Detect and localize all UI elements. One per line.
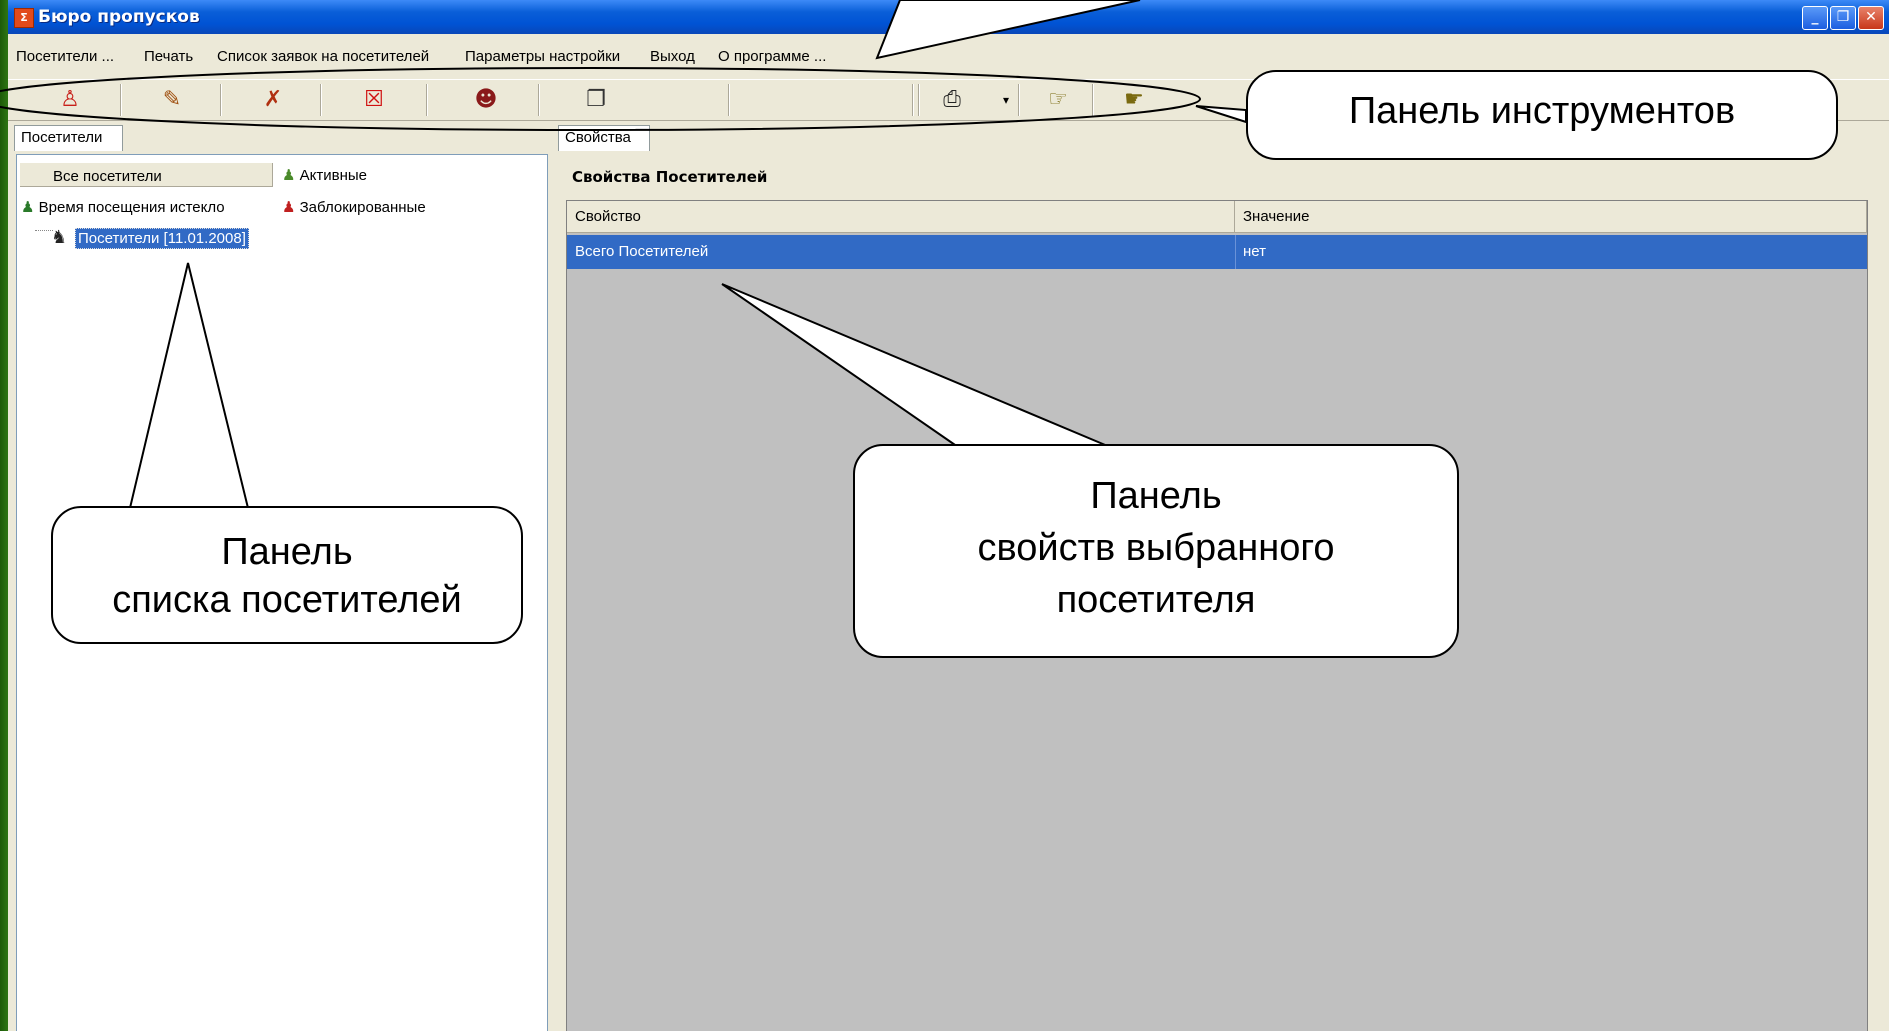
list-callout-tail (128, 262, 250, 509)
callout-props-line2: свойств выбранного (977, 527, 1335, 569)
callout-list-line2: списка посетителей (112, 579, 462, 621)
props-callout-tail (721, 283, 1111, 448)
toolbar-callout-tail (1195, 105, 1247, 124)
callout-toolbar: Панель инструментов (1246, 70, 1838, 160)
callout-properties-panel: Панель свойств выбранного посетителя (853, 444, 1459, 658)
menu-callout-pointer (875, 0, 1141, 60)
callout-list-panel: Панель списка посетителей (51, 506, 523, 644)
callout-props-line3: посетителя (1056, 579, 1256, 621)
toolbar-highlight-ellipse (0, 67, 1201, 131)
callout-props-line1: Панель (1090, 475, 1222, 517)
callout-list-line1: Панель (221, 531, 353, 573)
